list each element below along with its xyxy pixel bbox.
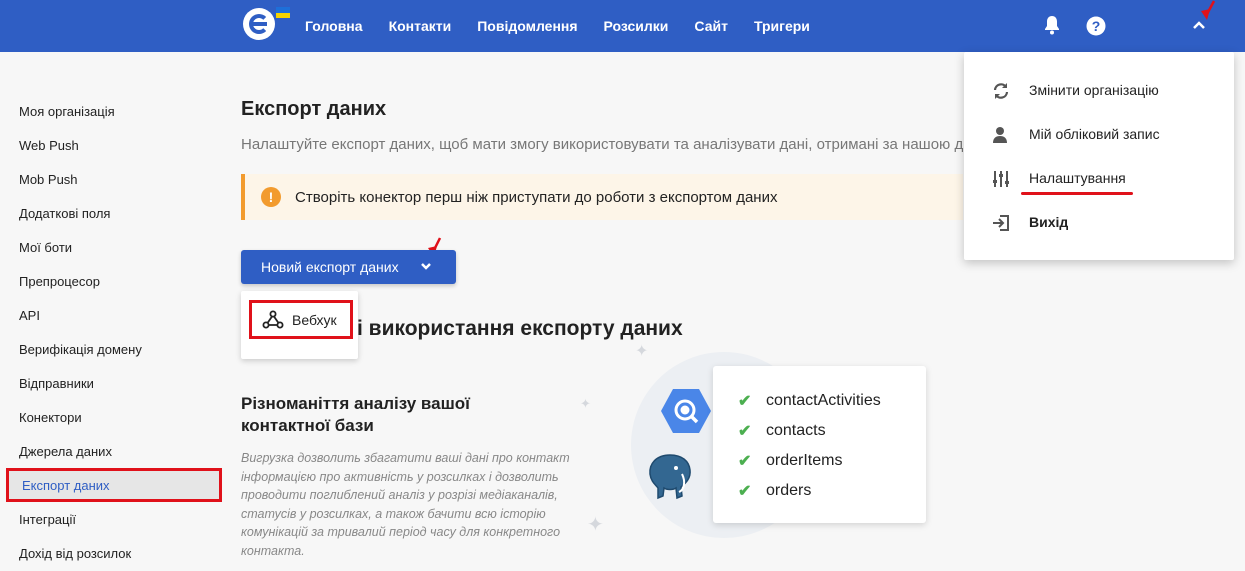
chevron-down-icon xyxy=(421,263,431,270)
checkmark-icon: ✔ xyxy=(738,423,752,440)
nav-contacts[interactable]: Контакти xyxy=(389,18,452,34)
nav-campaigns[interactable]: Розсилки xyxy=(604,18,669,34)
table-name: contactActivities xyxy=(766,392,881,409)
sparkle-icon: ✦ xyxy=(635,343,649,360)
user-menu: Змінити організацію Мій обліковий запис … xyxy=(964,52,1234,260)
menu-item-label: Змінити організацію xyxy=(1029,82,1159,98)
sidebar-item-connectors[interactable]: Конектори xyxy=(0,400,225,434)
bigquery-icon xyxy=(661,389,711,433)
menu-item-settings[interactable]: Налаштування xyxy=(964,160,1234,196)
sparkle-icon: ✦ xyxy=(580,396,591,411)
webhook-option-label: Вебхук xyxy=(292,311,337,328)
menu-item-label: Мій обліковий запис xyxy=(1029,126,1160,142)
sidebar-item-senders[interactable]: Відправники xyxy=(0,366,225,400)
annotation-underline xyxy=(1021,192,1133,195)
sidebar-item-data-export[interactable]: Експорт даних xyxy=(6,468,222,502)
warning-alert: ! Створіть конектор перш ніж приступати … xyxy=(241,174,963,220)
new-export-button-label: Новий експорт даних xyxy=(261,259,399,275)
checkmark-icon: ✔ xyxy=(738,393,752,410)
menu-item-label: Налаштування xyxy=(1029,170,1126,186)
nav-site[interactable]: Сайт xyxy=(694,18,728,34)
list-item: ✔ contacts xyxy=(713,416,926,446)
sliders-icon xyxy=(993,171,1009,187)
sidebar-item-my-bots[interactable]: Мої боти xyxy=(0,230,225,264)
list-item: ✔ contactActivities xyxy=(713,386,926,416)
sidebar-item-api[interactable]: API xyxy=(0,298,225,332)
table-name: orders xyxy=(766,482,812,499)
sidebar-item-web-push[interactable]: Web Push xyxy=(0,128,225,162)
logo[interactable] xyxy=(243,8,275,40)
menu-item-my-account[interactable]: Мій обліковий запис xyxy=(964,116,1234,152)
table-name: contacts xyxy=(766,422,826,439)
table-name: orderItems xyxy=(766,452,843,469)
section-title: і використання експорту даних xyxy=(357,317,683,340)
page-subtitle: Налаштуйте експорт даних, щоб мати змогу… xyxy=(241,136,963,153)
sidebar-item-integrations[interactable]: Інтеграції xyxy=(0,502,225,536)
help-icon[interactable]: ? xyxy=(1086,16,1106,36)
logout-icon xyxy=(993,215,1009,231)
sync-icon xyxy=(993,83,1009,99)
sidebar-item-campaign-revenue[interactable]: Дохід від розсилок xyxy=(0,536,225,570)
postgresql-icon xyxy=(649,454,691,500)
sidebar-item-preprocessor[interactable]: Препроцесор xyxy=(0,264,225,298)
page-title: Експорт даних xyxy=(241,98,387,120)
sparkle-icon: ✦ xyxy=(587,514,604,536)
feature-description: Вигрузка дозволить збагатити ваші дані п… xyxy=(241,451,570,558)
sidebar-item-my-organization[interactable]: Моя організація xyxy=(0,94,225,128)
bell-icon[interactable] xyxy=(1043,15,1061,35)
top-navbar: Головна Контакти Повідомлення Розсилки С… xyxy=(0,0,1245,52)
menu-item-logout[interactable]: Вихід xyxy=(964,204,1234,240)
nav-triggers[interactable]: Тригери xyxy=(754,18,810,34)
sidebar-item-additional-fields[interactable]: Додаткові поля xyxy=(0,196,225,230)
export-tables-card: ✔ contactActivities ✔ contacts ✔ orderIt… xyxy=(713,366,926,523)
new-export-button[interactable]: Новий експорт даних xyxy=(241,250,456,284)
list-item: ✔ orders xyxy=(713,476,926,506)
warning-icon: ! xyxy=(261,187,281,207)
sidebar-item-mob-push[interactable]: Mob Push xyxy=(0,162,225,196)
ukraine-flag-icon xyxy=(276,7,290,18)
webhook-icon xyxy=(262,310,284,328)
menu-item-label: Вихід xyxy=(1029,214,1069,230)
annotation-arrow-icon xyxy=(1201,0,1216,20)
webhook-option[interactable]: Вебхук xyxy=(249,300,353,339)
list-item: ✔ orderItems xyxy=(713,446,926,476)
main-nav: Головна Контакти Повідомлення Розсилки С… xyxy=(305,0,836,52)
settings-sidebar: Моя організація Web Push Mob Push Додатк… xyxy=(0,94,225,570)
sidebar-item-data-sources[interactable]: Джерела даних xyxy=(0,434,225,468)
user-icon xyxy=(993,127,1007,143)
nav-messages[interactable]: Повідомлення xyxy=(477,18,577,34)
alert-text: Створіть конектор перш ніж приступати до… xyxy=(295,188,778,206)
sidebar-item-domain-verification[interactable]: Верифікація домену xyxy=(0,332,225,366)
nav-home[interactable]: Головна xyxy=(305,18,363,34)
feature-title: Різноманіття аналізу вашої контактної ба… xyxy=(241,394,470,435)
checkmark-icon: ✔ xyxy=(738,483,752,500)
menu-item-switch-organization[interactable]: Змінити організацію xyxy=(964,72,1234,108)
export-type-dropdown: Вебхук xyxy=(241,291,358,359)
svg-text:?: ? xyxy=(1092,18,1101,34)
checkmark-icon: ✔ xyxy=(738,453,752,470)
